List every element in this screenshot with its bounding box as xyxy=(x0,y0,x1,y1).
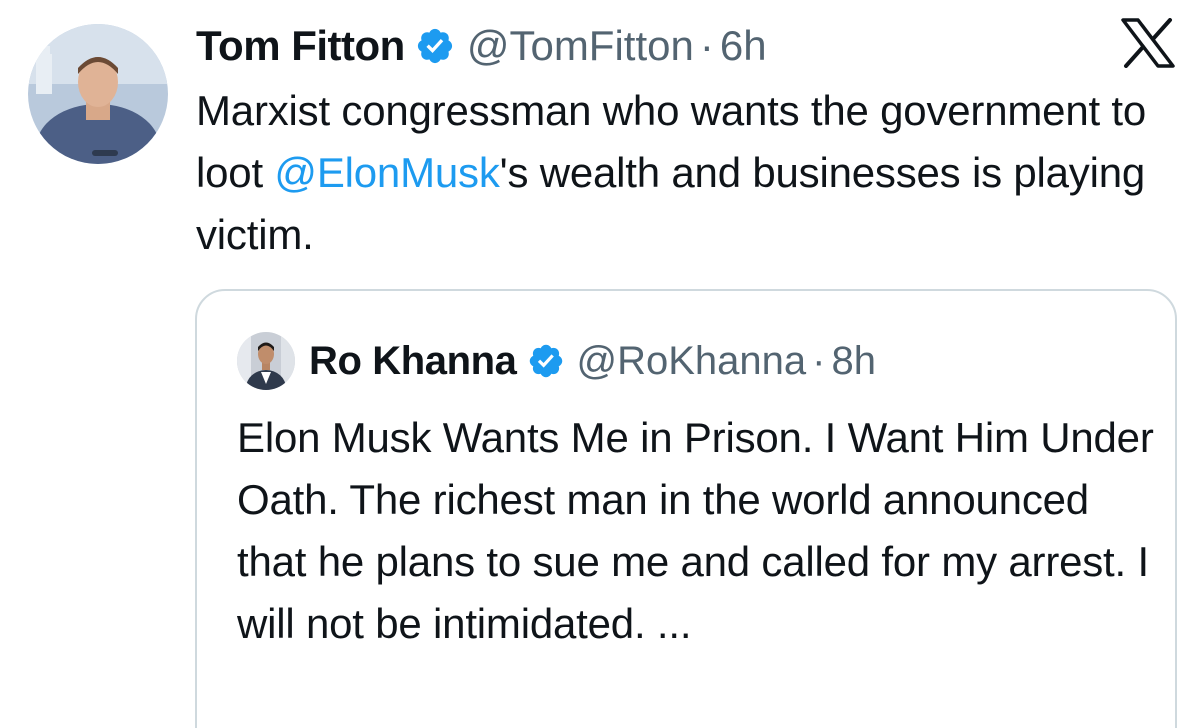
tweet-timestamp[interactable]: 6h xyxy=(720,22,767,70)
avatar-image xyxy=(28,24,168,164)
author-handle[interactable]: @TomFitton xyxy=(467,22,694,70)
tweet-header: Tom Fitton @TomFitton · 6h xyxy=(196,20,767,72)
verified-badge-icon xyxy=(415,26,455,66)
author-name[interactable]: Tom Fitton xyxy=(196,22,405,70)
quoted-tweet[interactable]: Ro Khanna @RoKhanna · 8h Elon Musk Wants… xyxy=(195,289,1177,728)
quoted-tweet-timestamp[interactable]: 8h xyxy=(832,339,877,384)
tweet-card[interactable]: Tom Fitton @TomFitton · 6h Marxist congr… xyxy=(0,0,1197,728)
quoted-tweet-text: Elon Musk Wants Me in Prison. I Want Him… xyxy=(237,414,1154,647)
separator-dot: · xyxy=(699,22,714,69)
verified-badge-icon xyxy=(527,342,565,380)
quoted-author-avatar[interactable] xyxy=(237,332,295,390)
x-logo-icon[interactable] xyxy=(1120,18,1176,68)
quoted-tweet-header: Ro Khanna @RoKhanna · 8h xyxy=(237,331,876,391)
mention-link[interactable]: @ElonMusk xyxy=(274,149,499,196)
separator-dot: · xyxy=(812,338,826,383)
quoted-author-handle[interactable]: @RoKhanna xyxy=(577,339,807,384)
author-avatar[interactable] xyxy=(28,24,168,164)
quoted-avatar-image xyxy=(237,332,295,390)
tweet-text: Marxist congressman who wants the govern… xyxy=(196,80,1176,266)
quoted-author-name[interactable]: Ro Khanna xyxy=(309,339,517,384)
